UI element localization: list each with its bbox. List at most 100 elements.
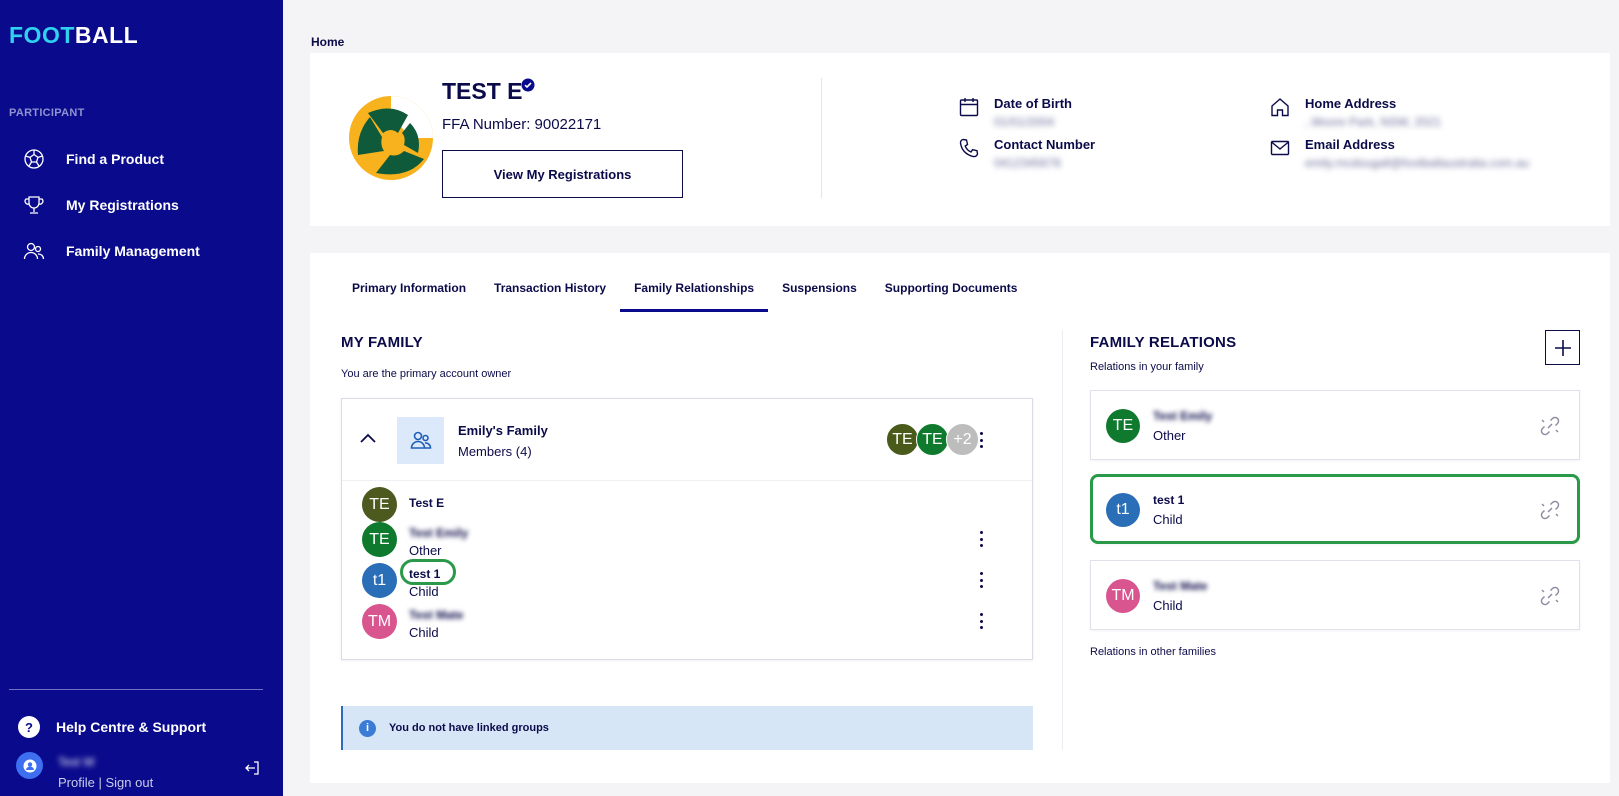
avatar: TM [1106,579,1140,613]
avatar: TM [362,604,397,639]
member-role: Child [409,584,439,599]
verified-badge-icon [521,78,535,92]
nav-label: My Registrations [66,197,179,213]
tab-family-relationships[interactable]: Family Relationships [620,271,769,312]
family-group-icon [397,417,444,464]
relation-role: Other [1153,428,1186,443]
member-avatar-stack: TE TE +2 [886,423,979,456]
plus-icon [1554,339,1571,356]
dob-value: 01/01/2004 [994,115,1055,129]
member-role: Child [409,625,439,640]
column-divider [1062,330,1063,750]
my-family-subtitle: You are the primary account owner [341,368,512,380]
family-relations-subtitle: Relations in your family [1090,361,1204,373]
sidebar-divider [9,689,263,690]
avatar: TE [886,423,919,456]
tab-suspensions[interactable]: Suspensions [768,271,871,312]
contact-label: Contact Number [994,137,1096,152]
help-label: Help Centre & Support [56,719,207,735]
profile-link[interactable]: Profile [58,775,95,790]
avatar: t1 [362,563,397,598]
unlink-icon[interactable] [1539,415,1561,437]
member-name: Test Mate [409,608,464,622]
address-value: , Moore Park, NSW, 2021 [1305,115,1442,129]
family-member-row: TM Test Mate Child [362,604,1012,640]
relation-role: Child [1153,512,1183,527]
family-options-kebab-icon[interactable] [971,429,991,451]
soccer-ball-icon [22,147,46,171]
avatar: TE [362,487,397,522]
breadcrumb[interactable]: Home [311,35,344,49]
section-label-participant: PARTICIPANT [9,107,85,119]
avatar: TE [362,522,397,557]
unlink-icon[interactable] [1539,499,1561,521]
other-families-label: Relations in other families [1090,646,1216,658]
trophy-icon [22,193,46,217]
family-members-count: Members (4) [458,444,532,459]
tabs: Primary Information Transaction History … [338,271,1031,312]
relation-card-selected[interactable]: t1 test 1 Child [1090,474,1580,544]
relation-card[interactable]: TE Test Emily Other [1090,390,1580,460]
profile-divider [821,78,822,198]
member-options-kebab-icon[interactable] [971,528,991,550]
ffa-number: FFA Number: 90022171 [442,116,602,133]
tab-transaction-history[interactable]: Transaction History [480,271,620,312]
help-icon: ? [18,716,40,738]
family-group-header: Emily's Family Members (4) TE TE +2 [342,399,1032,481]
relation-card[interactable]: TM Test Mate Child [1090,560,1580,630]
tab-supporting-documents[interactable]: Supporting Documents [871,271,1032,312]
contact-number-info: Contact Number 0412345678 [958,137,1095,170]
contact-value: 0412345678 [994,156,1061,170]
content-card: Primary Information Transaction History … [310,253,1610,783]
info-icon: i [359,719,376,737]
envelope-icon [1269,137,1293,161]
logout-icon[interactable] [244,760,260,781]
member-role: Other [409,543,442,558]
user-links: Profile | Sign out [58,775,153,790]
profile-name: TEST E [442,78,523,104]
calendar-icon [958,96,982,120]
member-name: Test Emily [409,526,469,540]
add-relation-button[interactable] [1545,330,1580,365]
chevron-up-icon[interactable] [358,429,378,454]
relation-name: test 1 [1153,493,1185,507]
home-address-info: Home Address , Moore Park, NSW, 2021 [1269,96,1441,129]
relation-name: Test Emily [1153,409,1213,423]
logo-text-ball: BALL [74,22,139,48]
relation-role: Child [1153,598,1183,613]
football-logo[interactable]: FOOTBALL [9,22,138,49]
football-australia-logo [346,93,436,183]
date-of-birth-info: Date of Birth 01/01/2004 [958,96,1072,129]
email-label: Email Address [1305,137,1395,152]
sidebar: FOOTBALL PARTICIPANT Find a Product My R… [0,0,283,796]
link-separator: | [98,775,102,790]
nav-find-a-product[interactable]: Find a Product [22,145,164,173]
family-group-card: Emily's Family Members (4) TE TE +2 TE T… [341,398,1033,660]
member-options-kebab-icon[interactable] [971,569,991,591]
family-name: Emily's Family [458,423,548,438]
nav-family-management[interactable]: Family Management [22,237,200,265]
email-address-info: Email Address emily.mcdougall@footballau… [1269,137,1529,170]
member-options-kebab-icon[interactable] [971,610,991,632]
linked-groups-notice: i You do not have linked groups [341,706,1033,750]
help-centre-link[interactable]: ? Help Centre & Support [18,716,206,738]
my-family-title: MY FAMILY [341,334,423,351]
member-name: Test E [409,496,445,510]
user-avatar[interactable] [16,752,43,779]
sign-out-link[interactable]: Sign out [106,775,154,790]
tab-primary-information[interactable]: Primary Information [338,271,480,312]
nav-my-registrations[interactable]: My Registrations [22,191,179,219]
family-member-row: TE Test Emily Other [362,522,1012,558]
email-value: emily.mcdougall@footballaustralia.com.au [1305,156,1530,170]
nav-label: Family Management [66,243,200,259]
phone-icon [958,137,982,161]
profile-card: TEST E FFA Number: 90022171 View My Regi… [310,53,1610,226]
unlink-icon[interactable] [1539,585,1561,607]
avatar: t1 [1106,493,1140,527]
view-my-registrations-button[interactable]: View My Registrations [442,150,683,198]
avatar: TE [916,423,949,456]
family-relations-title: FAMILY RELATIONS [1090,334,1237,351]
member-name: test 1 [409,567,441,581]
nav-label: Find a Product [66,151,164,167]
family-member-row: t1 test 1 Child [362,559,1012,599]
